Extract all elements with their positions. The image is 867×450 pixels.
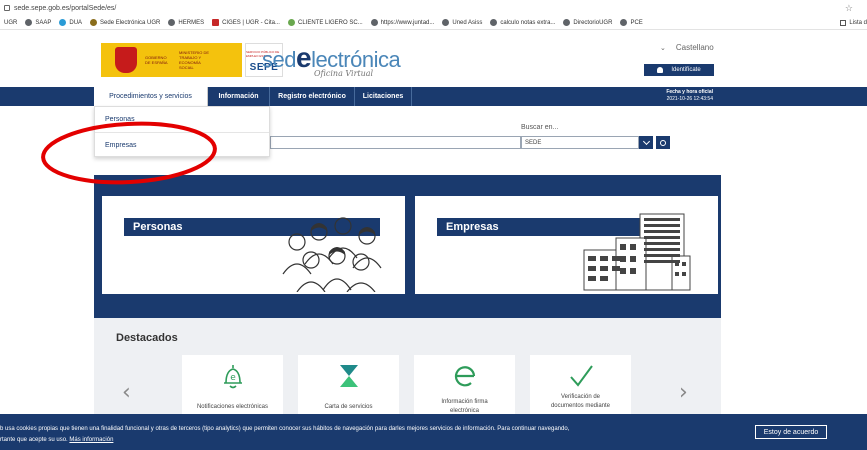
red-annotation-circle (41, 121, 217, 185)
feature-label: Verificación de (560, 394, 601, 400)
card-title: Empresas (446, 221, 499, 233)
nav-procedimientos[interactable]: Procedimientos y servicios (94, 87, 208, 106)
destacados-section: Destacados ‹ › e Notificaciones electrón… (94, 318, 721, 428)
language-selector[interactable]: ⌄ Castellano (660, 43, 714, 52)
cookie-line-1: b usa cookies propias que tienen una fin… (0, 426, 570, 432)
nav-label: Información (218, 93, 259, 100)
identify-label: Identifícate (671, 67, 701, 73)
chevron-right-icon: › (679, 380, 688, 405)
nav-informacion[interactable]: Información (208, 87, 270, 106)
globe-icon (490, 19, 498, 26)
bookmark-hermes[interactable]: HERMES (168, 19, 204, 26)
carta-servicios-icon (340, 365, 358, 387)
search-in-label: Buscar en... (521, 124, 559, 131)
carousel-prev-button[interactable]: ‹ (122, 380, 131, 405)
datetime-label: Fecha y hora oficial (666, 89, 713, 95)
cookie-line-2: rtante que acepte su uso. (0, 437, 68, 443)
feature-label: Carta de servicios (324, 404, 373, 410)
bookmark-star-icon[interactable]: ☆ (845, 3, 853, 14)
search-icon (660, 139, 666, 146)
bookmark-ugr[interactable]: UGR (4, 20, 17, 26)
datetime-value: 2021-10-26 12:43:54 (666, 96, 713, 102)
site-icon (25, 19, 33, 26)
globe-icon (370, 19, 378, 26)
nav-label: Procedimientos y servicios (109, 93, 192, 100)
profile-panel: Personas Empresas (94, 175, 721, 318)
globe-icon (442, 19, 450, 26)
site-icon (287, 19, 295, 26)
official-datetime: Fecha y hora oficial 2021-10-26 12:43:54 (666, 89, 713, 103)
checkmark-icon (570, 365, 593, 387)
card-title: Personas (133, 221, 183, 233)
feature-label-line2: documentos mediante (550, 403, 611, 409)
ministry-text: MINISTERIO DE TRABAJO Y ECONOMÍA SOCIAL (179, 50, 210, 70)
chevron-down-icon (642, 137, 650, 145)
cookie-text: b usa cookies propias que tienen una fin… (0, 424, 700, 446)
bookmark-directorio[interactable]: DirectorioUGR (563, 19, 612, 26)
bookmark-pce[interactable]: PCE (620, 19, 643, 26)
oficina-virtual-text: Oficina Virtual (314, 69, 374, 78)
nav-label: Licitaciones (362, 93, 404, 100)
globe-icon (620, 19, 628, 26)
sede-e: e (295, 42, 312, 73)
chevron-down-icon: ⌄ (660, 44, 666, 52)
destacados-title: Destacados (116, 332, 178, 344)
search-input[interactable] (270, 136, 521, 149)
site-icon (212, 19, 220, 26)
select-dropdown-button[interactable] (639, 136, 653, 149)
search-scope-select[interactable]: SEDE (521, 136, 639, 149)
site-icon (90, 19, 98, 26)
bookmark-uned[interactable]: Uned Asiss (442, 19, 482, 26)
search-button[interactable] (656, 136, 670, 149)
carousel-next-button[interactable]: › (679, 380, 688, 405)
feature-label: Notificaciones electrónicas (196, 404, 269, 410)
browser-address-bar[interactable]: sede.sepe.gob.es/portalSede/es/ ☆ (0, 0, 867, 16)
globe-icon (563, 19, 571, 26)
office-buildings-icon (583, 213, 691, 291)
notification-bell-icon: e (224, 365, 242, 389)
bookmark-ciges[interactable]: CIGES | UGR - Cita... (212, 19, 280, 26)
accept-cookies-button[interactable]: Estoy de acuerdo (755, 425, 827, 439)
chevron-left-icon: ‹ (122, 380, 131, 405)
bookmarks-bar: UGR SAAP DUA Sede Electrónica UGR HERMES… (0, 16, 867, 30)
people-group-icon (282, 217, 382, 292)
card-empresas[interactable]: Empresas (415, 196, 718, 294)
sede-pre: sed (262, 47, 296, 72)
gov-text: GOBIERNO DE ESPAÑA (145, 55, 168, 65)
feature-label: Información firma (441, 399, 488, 405)
cookie-banner: b usa cookies propias que tienen una fin… (0, 414, 867, 450)
sede-electronica-logo[interactable]: sedelectrónica Oficina Virtual (262, 42, 401, 80)
e-signature-icon (454, 366, 476, 387)
bookmark-juntad[interactable]: https://www.juntad... (370, 19, 434, 26)
svg-text:e: e (230, 373, 236, 383)
bookmark-saap[interactable]: SAAP (25, 19, 51, 26)
gobierno-logo[interactable]: GOBIERNO DE ESPAÑA MINISTERIO DE TRABAJO… (101, 43, 242, 77)
reading-list-icon (840, 20, 847, 26)
nav-label: Registro electrónico (278, 93, 346, 100)
more-info-link[interactable]: Más información (69, 437, 113, 443)
bookmark-cliente-ligero[interactable]: CLIENTE LIGERO SC... (287, 19, 363, 26)
url-text: sede.sepe.gob.es/portalSede/es/ (14, 4, 117, 12)
main-navbar: Procedimientos y servicios Información R… (0, 87, 867, 106)
bookmark-calculo[interactable]: calculo notas extra... (490, 19, 555, 26)
coat-of-arms-icon (115, 47, 137, 73)
lock-icon (4, 5, 10, 11)
search-scope-value: SEDE (525, 139, 542, 146)
site-icon (59, 19, 67, 26)
nav-licitaciones[interactable]: Licitaciones (355, 87, 412, 106)
globe-icon (168, 19, 176, 26)
bookmark-sede-ugr[interactable]: Sede Electrónica UGR (90, 19, 160, 26)
identify-button[interactable]: Identifícate (644, 64, 714, 76)
reading-list[interactable]: Lista d (836, 16, 867, 29)
nav-registro[interactable]: Registro electrónico (270, 87, 355, 106)
user-icon (657, 67, 664, 73)
language-label: Castellano (675, 43, 714, 52)
bookmark-dua[interactable]: DUA (59, 19, 82, 26)
card-personas[interactable]: Personas (102, 196, 405, 294)
